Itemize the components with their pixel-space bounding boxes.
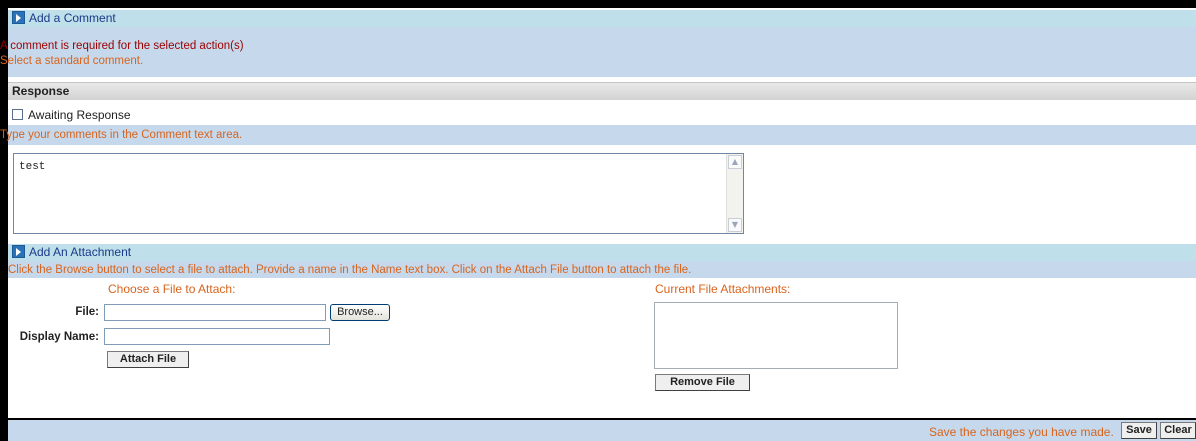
standard-comment-hint: Select a standard comment. — [0, 55, 144, 67]
browse-button[interactable]: Browse... — [330, 304, 390, 321]
comment-textarea[interactable]: test ▲ ▼ — [13, 153, 744, 234]
attachment-hint: Click the Browse button to select a file… — [8, 264, 692, 276]
file-label: File: — [75, 306, 99, 318]
frame-border-top — [0, 0, 1196, 8]
choose-file-heading: Choose a File to Attach: — [108, 282, 236, 296]
expand-arrow-icon[interactable] — [12, 11, 25, 24]
save-button[interactable]: Save — [1121, 422, 1157, 439]
footer-bar: Save the changes you have made. Save Cle… — [8, 420, 1196, 441]
current-attachments-heading: Current File Attachments: — [655, 282, 791, 296]
save-changes-message: Save the changes you have made. — [929, 425, 1114, 439]
attach-file-button[interactable]: Attach File — [107, 351, 189, 368]
add-comment-title: Add a Comment — [29, 11, 116, 25]
scroll-down-icon[interactable]: ▼ — [728, 218, 742, 232]
add-comment-header[interactable]: Add a Comment — [8, 10, 1196, 27]
awaiting-response-checkbox[interactable] — [12, 109, 23, 120]
remove-file-button[interactable]: Remove File — [655, 374, 750, 391]
display-name-input[interactable] — [104, 328, 330, 345]
comment-text: test — [19, 161, 46, 173]
comment-textarea-scrollbar[interactable]: ▲ ▼ — [726, 154, 743, 233]
display-name-label: Display Name: — [19, 331, 99, 343]
add-attachment-header[interactable]: Add An Attachment — [8, 244, 1196, 261]
response-section-header: Response — [8, 82, 1196, 100]
expand-arrow-icon[interactable] — [12, 245, 25, 258]
clear-button[interactable]: Clear — [1160, 422, 1196, 439]
scroll-up-icon[interactable]: ▲ — [728, 155, 742, 169]
awaiting-response-label[interactable]: Awaiting Response — [28, 108, 131, 122]
comment-required-error: A comment is required for the selected a… — [0, 40, 244, 52]
file-path-input[interactable] — [104, 304, 326, 321]
comment-form: Add a Comment A comment is required for … — [0, 8, 1196, 441]
comment-textarea-hint: Type your comments in the Comment text a… — [0, 129, 243, 141]
current-attachments-list[interactable] — [654, 302, 898, 369]
page-frame: Add a Comment A comment is required for … — [0, 0, 1196, 441]
add-attachment-title: Add An Attachment — [29, 245, 132, 259]
